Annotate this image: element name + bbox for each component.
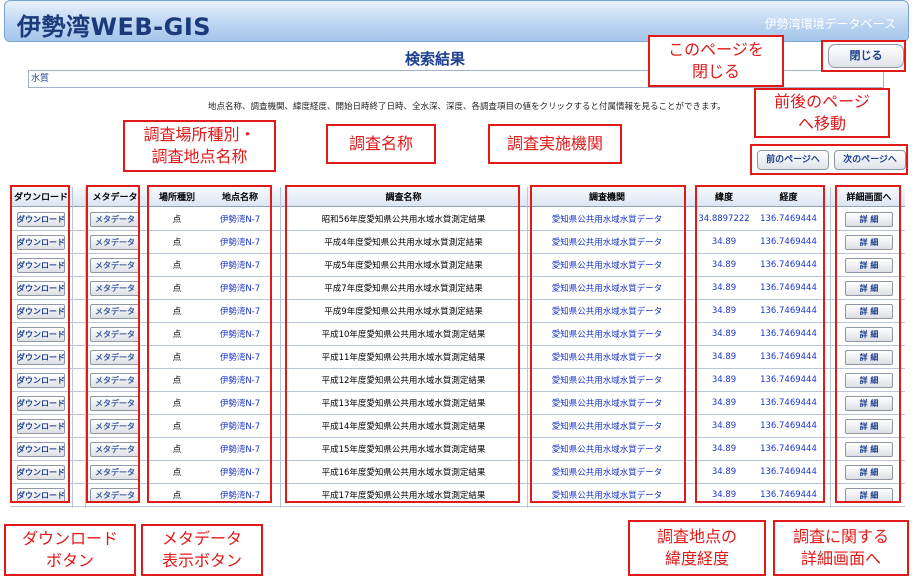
app-subtitle: 伊勢湾環境データベース bbox=[764, 17, 896, 31]
annotation-text: 詳細画面へ bbox=[800, 549, 881, 568]
annotation-text: 緯度経度 bbox=[664, 549, 729, 568]
annotation-download: ダウンロード ボタン bbox=[4, 524, 136, 576]
annotation-survey-org: 調査実施機関 bbox=[488, 124, 622, 164]
nav-buttons-highlight bbox=[750, 144, 908, 175]
annotation-text: 前後のページ bbox=[774, 92, 870, 111]
annotation-close: このページを 閉じる bbox=[648, 35, 784, 87]
org-column-highlight bbox=[530, 185, 686, 503]
annotation-text: ボタン bbox=[45, 551, 94, 570]
column-divider bbox=[280, 187, 281, 508]
latlon-column-highlight bbox=[695, 185, 825, 503]
annotation-metadata: メタデータ 表示ボタン bbox=[141, 524, 263, 576]
annotation-location: 調査場所種別・ 調査地点名称 bbox=[123, 120, 276, 172]
page-title: 検索結果 bbox=[405, 50, 466, 68]
help-text: 地点名称、調査機関、緯度経度、開始日時終了日時、全水深、深度、各調査項目の値をク… bbox=[208, 102, 726, 112]
name-column-highlight bbox=[285, 185, 520, 503]
annotation-text: 調査場所種別・ bbox=[143, 125, 256, 144]
annotation-nav: 前後のページ へ移動 bbox=[754, 88, 890, 138]
column-divider bbox=[72, 187, 73, 508]
annotation-latlon: 調査地点の 緯度経度 bbox=[628, 520, 766, 576]
annotation-text: このページを bbox=[668, 40, 764, 59]
annotation-text: メタデータ bbox=[161, 529, 242, 548]
annotation-detail: 調査に関する 詳細画面へ bbox=[773, 520, 909, 576]
download-column-highlight bbox=[10, 185, 70, 503]
annotation-text: 調査地点の bbox=[656, 527, 737, 546]
metadata-column-highlight bbox=[86, 185, 140, 503]
column-divider bbox=[830, 187, 831, 508]
annotation-text: 調査地点名称 bbox=[151, 147, 248, 166]
annotation-text: 閉じる bbox=[691, 62, 740, 81]
app-title: 伊勢湾WEB-GIS bbox=[17, 13, 212, 41]
column-divider bbox=[527, 187, 528, 508]
annotation-text: 調査名称 bbox=[348, 134, 413, 153]
close-button-highlight bbox=[821, 40, 906, 72]
annotation-survey-name: 調査名称 bbox=[326, 124, 436, 164]
annotation-text: ダウンロード bbox=[21, 529, 118, 548]
annotation-text: 調査に関する bbox=[792, 527, 889, 546]
annotation-text: へ移動 bbox=[797, 114, 846, 133]
location-column-highlight bbox=[147, 185, 272, 503]
annotation-text: 表示ボタン bbox=[161, 551, 242, 570]
detail-column-highlight bbox=[835, 185, 901, 503]
annotation-text: 調査実施機関 bbox=[506, 134, 603, 153]
